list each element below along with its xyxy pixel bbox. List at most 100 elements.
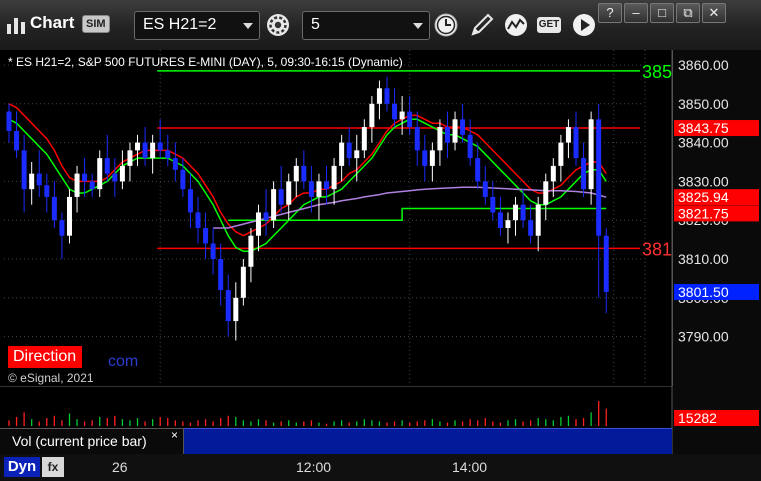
chart-window: Chart SIM ES H21=2 5 GET ? – □ ⧉ ✕ 3790.… xyxy=(0,0,761,481)
candle-body xyxy=(452,119,458,143)
chevron-down-icon[interactable] xyxy=(243,23,253,29)
candle-body xyxy=(437,127,443,151)
candle-body xyxy=(573,127,579,159)
pencil-icon[interactable] xyxy=(469,12,495,38)
candle-body xyxy=(588,119,594,190)
help-button[interactable]: ? xyxy=(598,3,622,23)
candle-body xyxy=(596,119,602,236)
candle-body xyxy=(44,185,50,197)
candle-body xyxy=(210,243,216,259)
candle-body xyxy=(324,181,330,190)
candle-body xyxy=(331,165,337,190)
candle-body xyxy=(74,173,80,197)
price-tag-label: 3843.75 xyxy=(678,120,729,136)
price-tick-label: 3840.00 xyxy=(678,135,729,151)
symbol-combo[interactable]: ES H21=2 xyxy=(134,11,260,40)
candle-body xyxy=(263,212,269,221)
candle-body xyxy=(248,235,254,267)
close-volume-panel-icon[interactable]: × xyxy=(171,428,178,442)
dynamic-button[interactable]: Dyn xyxy=(4,457,40,477)
sim-icon: SIM xyxy=(82,15,110,33)
play-icon[interactable] xyxy=(571,12,597,38)
study-wave-icon[interactable] xyxy=(503,12,529,38)
candle-body xyxy=(150,142,156,159)
candle-body xyxy=(66,196,72,236)
candle-body xyxy=(82,173,88,182)
candle-body xyxy=(225,290,231,322)
watermark-domain: com xyxy=(108,353,139,370)
price-tag-label: 3801.50 xyxy=(678,284,729,300)
candle-body xyxy=(475,158,481,182)
candle-body xyxy=(203,227,209,244)
time-label-1400: 14:00 xyxy=(452,459,488,475)
candle-body xyxy=(278,189,284,205)
candle-body xyxy=(104,158,110,174)
candle-body xyxy=(127,150,133,166)
candle-body xyxy=(21,150,27,190)
toolbar: Chart SIM ES H21=2 5 GET ? – □ ⧉ ✕ xyxy=(0,0,761,51)
candle-body xyxy=(165,150,171,159)
candle-body xyxy=(369,103,375,128)
candle-body xyxy=(135,142,141,151)
candle-body xyxy=(308,181,314,197)
candle-body xyxy=(187,189,193,213)
close-button[interactable]: ✕ xyxy=(702,3,726,23)
candle-body xyxy=(14,130,20,151)
candle-body xyxy=(603,235,609,292)
candle-body xyxy=(482,181,488,197)
get-label: GET xyxy=(538,19,560,30)
candle-body xyxy=(354,150,360,159)
time-label-26: 26 xyxy=(112,459,128,475)
minimize-button[interactable]: – xyxy=(624,3,648,23)
candle-body xyxy=(460,119,466,135)
candle-body xyxy=(97,158,103,190)
candle-body xyxy=(142,142,148,159)
get-icon[interactable]: GET xyxy=(537,17,561,33)
candle-body xyxy=(346,142,352,159)
gear-icon[interactable] xyxy=(265,12,291,38)
candle-body xyxy=(558,142,564,166)
candle-body xyxy=(520,204,526,221)
maximize-button[interactable]: □ xyxy=(650,3,674,23)
candle-body xyxy=(180,169,186,190)
candle-body xyxy=(513,204,519,221)
direction-label: Direction xyxy=(8,346,83,368)
candle-body xyxy=(414,127,420,151)
candle-body xyxy=(467,134,473,159)
app-chart-icon[interactable] xyxy=(4,14,28,36)
chevron-down-icon[interactable] xyxy=(413,23,423,29)
candle-body xyxy=(59,220,65,236)
price-tick-label: 3830.00 xyxy=(678,173,729,189)
candle-body xyxy=(195,212,201,228)
candle-body xyxy=(293,165,299,182)
candle-body xyxy=(29,173,35,190)
candle-body xyxy=(444,127,450,143)
app-title: Chart xyxy=(30,13,75,32)
candle-body xyxy=(497,212,503,228)
price-chart[interactable]: 3790.003800.003810.003820.003830.003840.… xyxy=(0,50,761,386)
candle-body xyxy=(271,189,277,221)
symbol-value: ES H21=2 xyxy=(143,16,217,33)
restore-button[interactable]: ⧉ xyxy=(676,3,700,23)
candle-body xyxy=(505,220,511,228)
price-tag-label: 3825.94 xyxy=(678,189,729,205)
clock-icon[interactable] xyxy=(433,12,459,38)
candle-body xyxy=(399,111,405,120)
candle-body xyxy=(361,127,367,151)
candle-body xyxy=(286,181,292,205)
interval-combo[interactable]: 5 xyxy=(302,11,430,40)
candle-body xyxy=(218,259,224,291)
price-tick-label: 3810.00 xyxy=(678,251,729,267)
candle-body xyxy=(172,158,178,170)
formula-icon[interactable]: fx xyxy=(42,457,64,477)
candle-body xyxy=(36,173,42,186)
axis-edge xyxy=(672,50,673,386)
candle-body xyxy=(384,88,390,104)
copyright-text: © eSignal, 2021 xyxy=(8,371,94,385)
candle-body xyxy=(376,88,382,104)
candle-body xyxy=(316,181,322,197)
candle-body xyxy=(339,142,345,166)
candle-body xyxy=(535,204,541,236)
volume-value-label: 15282 xyxy=(678,410,717,426)
candle-body xyxy=(89,181,95,190)
